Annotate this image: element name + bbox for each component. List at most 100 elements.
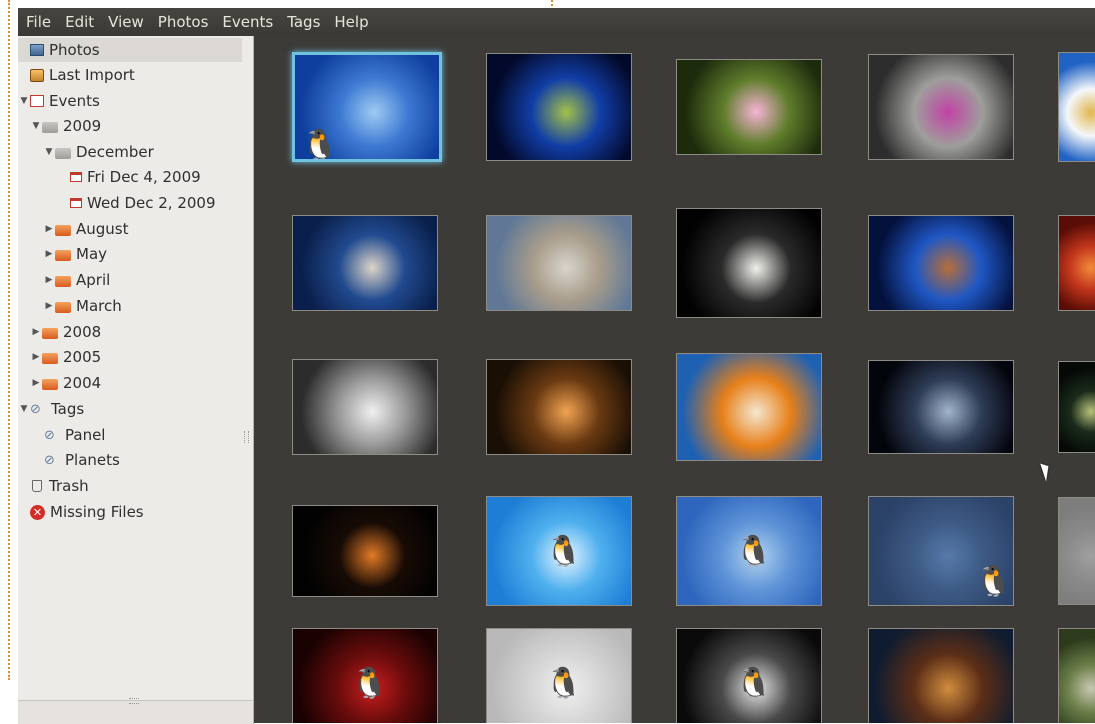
sidebar-item-label: Wed Dec 2, 2009 (87, 194, 216, 212)
sidebar-item-may[interactable]: ▶ May (43, 242, 107, 266)
expander-icon[interactable]: ▶ (30, 352, 42, 362)
page-border-left (8, 0, 10, 680)
sidebar-item-label: Last Import (49, 66, 135, 84)
sidebar-bottom-panel (18, 698, 254, 724)
photo-earth-from-space[interactable] (868, 360, 1014, 454)
expander-icon[interactable]: ▶ (43, 301, 55, 311)
pane-resize-handle[interactable] (244, 431, 249, 443)
app-window: File Edit View Photos Events Tags Help P… (18, 8, 1095, 724)
expander-icon[interactable]: ▶ (43, 224, 55, 234)
photo-red-bokeh[interactable] (1058, 215, 1095, 311)
bottom-resize-handle[interactable] (129, 698, 139, 704)
sidebar: Photos Last Import ▼ Events ▼ 2009 ▼ Dec… (18, 36, 254, 700)
menu-file[interactable]: File (18, 13, 58, 31)
sidebar-item-label: 2004 (63, 374, 102, 392)
menu-photos[interactable]: Photos (151, 13, 216, 31)
sidebar-item-august[interactable]: ▶ August (43, 217, 129, 241)
sidebar-item-2004[interactable]: ▶ 2004 (30, 371, 102, 395)
sidebar-item-label: March (76, 297, 122, 315)
photo-library-room[interactable] (868, 628, 1014, 723)
photo-green-light-burst[interactable] (486, 53, 632, 161)
expander-icon[interactable]: ▼ (18, 404, 30, 414)
sidebar-item-april[interactable]: ▶ April (43, 268, 111, 292)
menu-events[interactable]: Events (215, 13, 280, 31)
photo-snow-penguin[interactable]: 🐧 (292, 52, 442, 162)
tag-icon: ⊘ (44, 428, 55, 443)
photo-pink-daisy[interactable] (676, 59, 822, 155)
sidebar-item-wed-dec-2[interactable]: Wed Dec 2, 2009 (58, 191, 216, 215)
photo-pier-at-dusk[interactable] (868, 215, 1014, 311)
photo-penguin-navy[interactable]: 🐧 (868, 496, 1014, 606)
expander-icon[interactable]: ▼ (18, 96, 30, 106)
sidebar-item-label: Photos (49, 41, 100, 59)
expander-icon[interactable]: ▼ (43, 147, 55, 157)
sidebar-item-photos[interactable]: Photos (18, 38, 242, 62)
sidebar-item-label: Trash (49, 477, 89, 495)
photo-planet-horizon-glow[interactable] (292, 505, 438, 597)
sidebar-item-2008[interactable]: ▶ 2008 (30, 320, 102, 344)
sidebar-item-label: April (76, 271, 111, 289)
sidebar-item-trash[interactable]: Trash (18, 474, 89, 498)
photo-water-glass[interactable] (292, 359, 438, 455)
sidebar-item-tag-planets[interactable]: ⊘ Planets (32, 448, 120, 472)
sidebar-item-label: Fri Dec 4, 2009 (87, 168, 201, 186)
sidebar-item-missing-files[interactable]: ✕ Missing Files (18, 500, 144, 524)
calendar-icon (70, 198, 82, 208)
tag-icon: ⊘ (44, 453, 55, 468)
sidebar-item-label: 2005 (63, 348, 102, 366)
folder-icon (55, 224, 71, 236)
folder-icon (55, 275, 71, 287)
photo-white-flower-dark[interactable] (676, 208, 822, 318)
menu-help[interactable]: Help (327, 13, 375, 31)
folder-icon (55, 147, 71, 159)
sidebar-item-label: Missing Files (50, 503, 144, 521)
menu-view[interactable]: View (101, 13, 151, 31)
photo-pebbles[interactable] (486, 215, 632, 311)
photo-penguin-spotlight[interactable]: 🐧 (292, 628, 438, 723)
calendar-icon (70, 172, 82, 182)
photo-grid: 🐧 🐧 🐧 🐧 🐧 🐧 🐧 (254, 36, 1095, 723)
photo-magenta-flower[interactable] (868, 54, 1014, 160)
photo-penguin-blue-gradient[interactable]: 🐧 (486, 496, 632, 606)
photo-dandelion[interactable] (292, 215, 438, 311)
expander-icon[interactable]: ▶ (43, 275, 55, 285)
menu-edit[interactable]: Edit (58, 13, 101, 31)
sidebar-item-label: 2008 (63, 323, 102, 341)
sidebar-item-tags[interactable]: ▼ ⊘ Tags (18, 397, 85, 421)
expander-icon[interactable]: ▶ (30, 378, 42, 388)
menu-tags[interactable]: Tags (280, 13, 327, 31)
penguin-icon: 🐧 (735, 534, 773, 569)
photo-penguin-headphones[interactable]: 🐧 (486, 628, 632, 723)
photo-gray-partial[interactable] (1058, 497, 1095, 605)
sidebar-item-last-import[interactable]: Last Import (18, 63, 135, 87)
sidebar-item-march[interactable]: ▶ March (43, 294, 122, 318)
photo-forest-partial[interactable] (1058, 628, 1095, 723)
photo-penguin-closeup[interactable]: 🐧 (676, 628, 822, 723)
expander-icon[interactable]: ▶ (43, 249, 55, 259)
penguin-icon: 🐧 (351, 666, 389, 701)
photo-orange-cosmos-flower[interactable] (676, 353, 822, 461)
penguin-icon: 🐧 (975, 564, 1013, 599)
photo-penguin-on-globe[interactable]: 🐧 (676, 496, 822, 606)
photos-icon (30, 44, 44, 56)
missing-files-icon: ✕ (30, 504, 45, 520)
photo-white-petals-blue[interactable] (1058, 52, 1095, 162)
penguin-icon: 🐧 (735, 666, 773, 701)
sidebar-item-events[interactable]: ▼ Events (18, 89, 100, 113)
folder-icon (42, 121, 58, 133)
penguin-icon: 🐧 (301, 128, 339, 162)
photo-dark-leaves[interactable] (1058, 361, 1095, 453)
expander-icon[interactable]: ▼ (30, 121, 42, 131)
sidebar-item-fri-dec-4[interactable]: Fri Dec 4, 2009 (58, 165, 201, 189)
sidebar-item-label: May (76, 245, 108, 263)
sidebar-item-2009[interactable]: ▼ 2009 (30, 114, 102, 138)
sidebar-item-label: 2009 (63, 117, 102, 135)
sidebar-item-december[interactable]: ▼ December (43, 140, 154, 164)
sidebar-item-2005[interactable]: ▶ 2005 (30, 345, 102, 369)
sidebar-item-tag-panel[interactable]: ⊘ Panel (32, 423, 105, 447)
expander-icon[interactable]: ▶ (30, 327, 42, 337)
tag-icon: ⊘ (30, 402, 41, 417)
folder-icon (55, 301, 71, 313)
photo-orange-bokeh[interactable] (486, 359, 632, 455)
folder-icon (42, 378, 58, 390)
